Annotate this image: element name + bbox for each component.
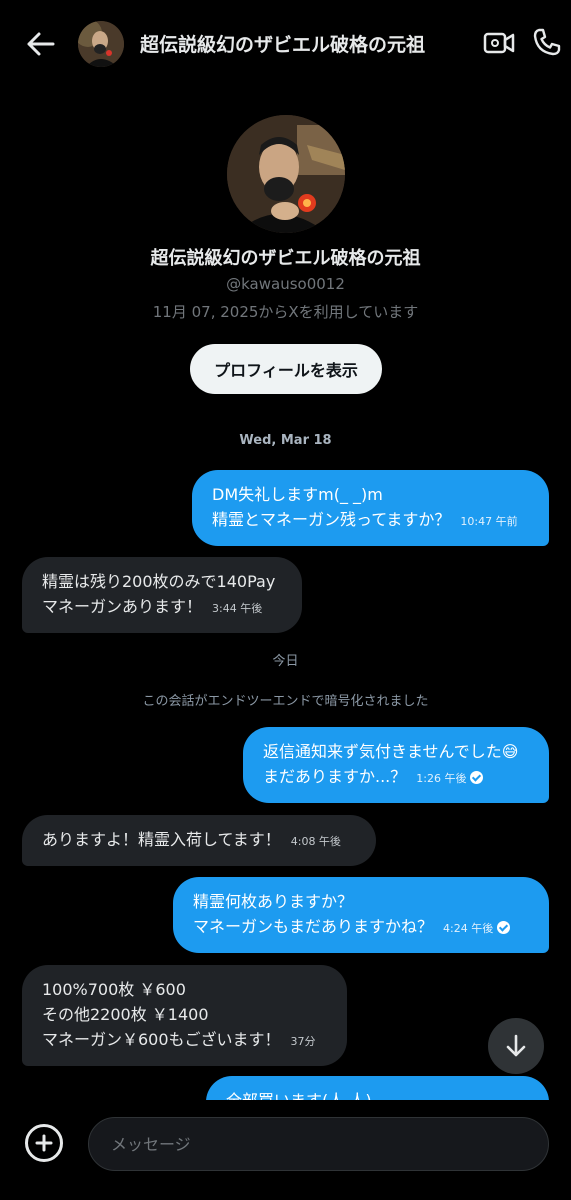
message-incoming[interactable]: 精霊は残り200枚のみで140Pay マネーガンあります！ 3:44 午後 — [22, 557, 302, 633]
message-time: 10:47 午前 — [460, 515, 518, 528]
profile-handle: @kawauso0012 — [226, 275, 345, 293]
arrow-down-icon — [506, 1034, 526, 1057]
chat-header: 超伝説級幻のザビエル破格の元祖 — [0, 0, 571, 88]
message-text: まだありますか...？ — [263, 767, 407, 786]
video-call-button[interactable] — [482, 28, 516, 58]
add-attachment-button[interactable] — [25, 1124, 63, 1162]
message-time: 4:08 午後 — [290, 835, 341, 848]
header-title[interactable]: 超伝説級幻のザビエル破格の元祖 — [140, 30, 425, 57]
phone-call-icon — [533, 28, 561, 56]
message-incoming[interactable]: ありますよ！精霊入荷してます！ 4:08 午後 — [22, 815, 376, 866]
message-text: 精霊は残り200枚のみで140Pay — [42, 572, 276, 591]
message-incoming[interactable]: 100%700枚 ￥600 その他2200枚 ￥1400 マネーガン￥600もご… — [22, 965, 347, 1066]
message-outgoing[interactable]: 精霊何枚ありますか？ マネーガンもまだありますかね？ 4:24 午後 — [173, 877, 549, 953]
add-circle-icon — [35, 1134, 53, 1152]
message-time: 1:26 午後 — [416, 772, 467, 785]
profile-avatar[interactable] — [227, 115, 345, 233]
header-avatar[interactable] — [78, 21, 124, 67]
message-time: 3:44 午後 — [212, 602, 263, 615]
read-receipt-icon — [497, 921, 511, 934]
encryption-notice: この会話がエンドツーエンドで暗号化されました — [142, 694, 429, 709]
phone-call-button[interactable] — [531, 26, 563, 58]
scroll-to-bottom-button[interactable] — [488, 1018, 544, 1074]
message-text: マネーガンもまだありますかね？ — [193, 917, 434, 936]
message-text: 100%700枚 ￥600 — [42, 980, 186, 999]
message-time: 4:24 午後 — [443, 922, 494, 935]
message-text: 精霊何枚ありますか？ — [193, 892, 354, 911]
view-profile-button[interactable]: プロフィールを表示 — [190, 344, 382, 394]
message-text: DM失礼しますm(_ _)m — [212, 485, 383, 504]
message-text: 精霊とマネーガン残ってますか？ — [212, 510, 451, 529]
read-receipt-icon — [470, 771, 484, 784]
date-separator-today: 今日 — [272, 654, 299, 669]
message-text: ありますよ！精霊入荷してます！ — [42, 830, 281, 849]
message-text: その他2200枚 ￥1400 — [42, 1005, 209, 1024]
message-text: 返信通知来ず気付きませんでした😅 — [263, 742, 519, 761]
profile-name: 超伝説級幻のザビエル破格の元祖 — [150, 248, 421, 269]
message-outgoing[interactable]: DM失礼しますm(_ _)m 精霊とマネーガン残ってますか？ 10:47 午前 — [192, 470, 549, 546]
message-text: マネーガンあります！ — [42, 597, 203, 616]
message-composer — [0, 1100, 571, 1200]
arrow-left-icon — [27, 32, 55, 56]
message-time: 37分 — [290, 1035, 316, 1048]
profile-joined-date: 11月 07, 2025からXを利用しています — [152, 303, 419, 321]
message-input[interactable] — [88, 1117, 549, 1171]
back-button[interactable] — [22, 26, 58, 62]
date-separator: Wed, Mar 18 — [239, 433, 332, 448]
message-text: マネーガン￥600もございます！ — [42, 1030, 281, 1049]
message-outgoing[interactable]: 返信通知来ず気付きませんでした😅 まだありますか...？ 1:26 午後 — [243, 727, 549, 803]
video-call-icon — [483, 32, 515, 54]
